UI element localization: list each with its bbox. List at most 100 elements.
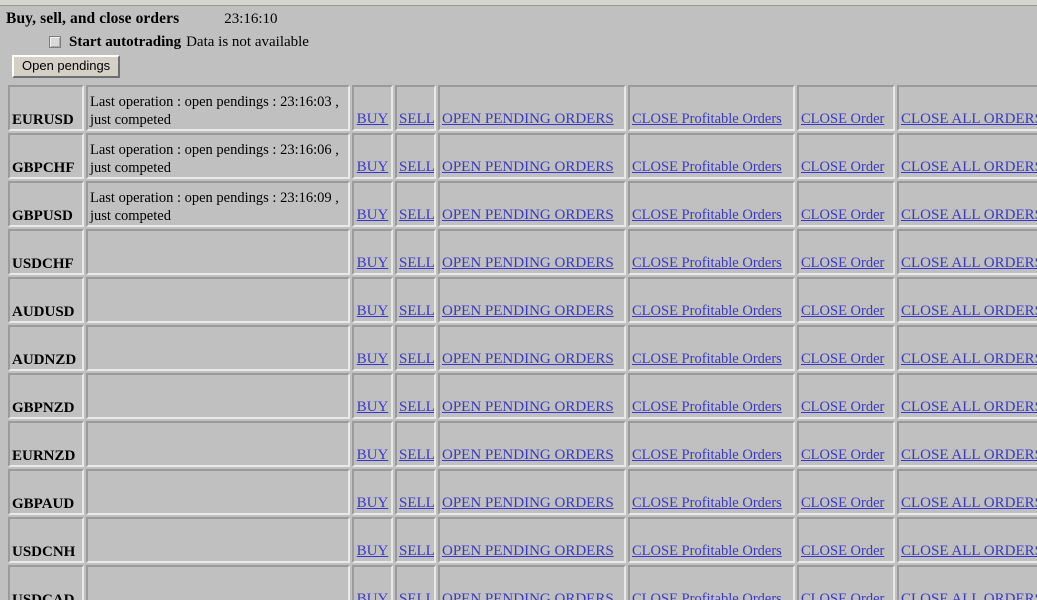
symbol-label: AUDNZD <box>12 352 77 369</box>
buy-cell: BUY <box>352 325 393 372</box>
buy-link[interactable]: BUY <box>357 303 389 321</box>
message-cell <box>86 517 350 564</box>
open-pending-cell: OPEN PENDING ORDERS <box>438 565 626 600</box>
close-profitable-cell: CLOSE Profitable Orders <box>628 229 795 276</box>
open-pending-orders-link[interactable]: OPEN PENDING ORDERS <box>442 495 614 513</box>
symbol-cell: AUDUSD <box>8 277 84 324</box>
sell-cell: SELL <box>395 421 436 468</box>
table-row: GBPNZD BUY SELL OPEN PENDING ORDERS CLOSE Pr… <box>8 373 1037 420</box>
close-order-link[interactable]: CLOSE Order <box>801 495 884 513</box>
close-all-orders-link[interactable]: CLOSE ALL ORDERS <box>901 399 1037 417</box>
buy-link[interactable]: BUY <box>357 591 389 600</box>
sell-link[interactable]: SELL <box>399 303 434 321</box>
sell-cell: SELL <box>395 133 436 180</box>
buy-link[interactable]: BUY <box>357 255 389 273</box>
message-cell <box>86 469 350 516</box>
open-pendings-button[interactable]: Open pendings <box>12 55 121 79</box>
close-order-cell: CLOSE Order <box>797 517 895 564</box>
sell-link[interactable]: SELL <box>399 159 434 177</box>
close-profitable-orders-link[interactable]: CLOSE Profitable Orders <box>632 111 782 129</box>
close-profitable-orders-link[interactable]: CLOSE Profitable Orders <box>632 399 782 417</box>
sell-link[interactable]: SELL <box>399 591 434 600</box>
close-order-link[interactable]: CLOSE Order <box>801 351 884 369</box>
sell-link[interactable]: SELL <box>399 111 434 129</box>
close-all-orders-link[interactable]: CLOSE ALL ORDERS <box>901 207 1037 225</box>
buy-link[interactable]: BUY <box>357 543 389 561</box>
close-profitable-orders-link[interactable]: CLOSE Profitable Orders <box>632 303 782 321</box>
sell-cell: SELL <box>395 517 436 564</box>
close-order-link[interactable]: CLOSE Order <box>801 591 884 600</box>
close-order-link[interactable]: CLOSE Order <box>801 111 884 129</box>
close-all-orders-link[interactable]: CLOSE ALL ORDERS <box>901 591 1037 600</box>
close-all-orders-link[interactable]: CLOSE ALL ORDERS <box>901 111 1037 129</box>
open-pending-orders-link[interactable]: OPEN PENDING ORDERS <box>442 159 614 177</box>
buy-link[interactable]: BUY <box>357 447 389 465</box>
close-order-link[interactable]: CLOSE Order <box>801 255 884 273</box>
close-profitable-orders-link[interactable]: CLOSE Profitable Orders <box>632 495 782 513</box>
message-cell <box>86 373 350 420</box>
close-profitable-orders-link[interactable]: CLOSE Profitable Orders <box>632 351 782 369</box>
orders-table-body: EURUSD Last operation : open pendings : 2… <box>8 85 1037 600</box>
table-row: USDCNH BUY SELL OPEN PENDING ORDERS CLOSE Pr… <box>8 517 1037 564</box>
close-all-orders-link[interactable]: CLOSE ALL ORDERS <box>901 447 1037 465</box>
close-order-link[interactable]: CLOSE Order <box>801 543 884 561</box>
close-profitable-orders-link[interactable]: CLOSE Profitable Orders <box>632 447 782 465</box>
open-pending-orders-link[interactable]: OPEN PENDING ORDERS <box>442 591 614 600</box>
open-pending-orders-link[interactable]: OPEN PENDING ORDERS <box>442 351 614 369</box>
close-profitable-orders-link[interactable]: CLOSE Profitable Orders <box>632 207 782 225</box>
close-order-cell: CLOSE Order <box>797 325 895 372</box>
open-pending-orders-link[interactable]: OPEN PENDING ORDERS <box>442 399 614 417</box>
close-all-orders-link[interactable]: CLOSE ALL ORDERS <box>901 495 1037 513</box>
close-order-link[interactable]: CLOSE Order <box>801 399 884 417</box>
message-cell: Last operation : open pendings : 23:16:0… <box>86 133 350 180</box>
close-profitable-orders-link[interactable]: CLOSE Profitable Orders <box>632 543 782 561</box>
symbol-label: GBPCHF <box>12 160 75 177</box>
close-all-cell: CLOSE ALL ORDERS <box>897 85 1037 132</box>
close-all-orders-link[interactable]: CLOSE ALL ORDERS <box>901 303 1037 321</box>
buy-link[interactable]: BUY <box>357 351 389 369</box>
close-all-orders-link[interactable]: CLOSE ALL ORDERS <box>901 255 1037 273</box>
symbol-label: GBPAUD <box>12 496 75 513</box>
close-all-orders-link[interactable]: CLOSE ALL ORDERS <box>901 159 1037 177</box>
open-pending-orders-link[interactable]: OPEN PENDING ORDERS <box>442 207 614 225</box>
open-pending-orders-link[interactable]: OPEN PENDING ORDERS <box>442 543 614 561</box>
buy-link[interactable]: BUY <box>357 159 389 177</box>
close-order-link[interactable]: CLOSE Order <box>801 447 884 465</box>
sell-link[interactable]: SELL <box>399 399 434 417</box>
sell-cell: SELL <box>395 565 436 600</box>
open-pending-orders-link[interactable]: OPEN PENDING ORDERS <box>442 447 614 465</box>
close-all-orders-link[interactable]: CLOSE ALL ORDERS <box>901 543 1037 561</box>
open-pending-orders-link[interactable]: OPEN PENDING ORDERS <box>442 255 614 273</box>
open-pending-orders-link[interactable]: OPEN PENDING ORDERS <box>442 303 614 321</box>
close-profitable-cell: CLOSE Profitable Orders <box>628 517 795 564</box>
title-row: Buy, sell, and close orders 23:16:10 <box>6 10 1037 30</box>
sell-link[interactable]: SELL <box>399 543 434 561</box>
close-profitable-orders-link[interactable]: CLOSE Profitable Orders <box>632 159 782 177</box>
symbol-label: GBPNZD <box>12 400 75 417</box>
sell-link[interactable]: SELL <box>399 351 434 369</box>
buy-cell: BUY <box>352 181 393 228</box>
open-pending-cell: OPEN PENDING ORDERS <box>438 277 626 324</box>
close-order-link[interactable]: CLOSE Order <box>801 159 884 177</box>
close-order-link[interactable]: CLOSE Order <box>801 207 884 225</box>
buy-link[interactable]: BUY <box>357 399 389 417</box>
buy-link[interactable]: BUY <box>357 111 389 129</box>
close-profitable-cell: CLOSE Profitable Orders <box>628 469 795 516</box>
close-profitable-orders-link[interactable]: CLOSE Profitable Orders <box>632 591 782 600</box>
buy-link[interactable]: BUY <box>357 207 389 225</box>
sell-link[interactable]: SELL <box>399 207 434 225</box>
sell-link[interactable]: SELL <box>399 495 434 513</box>
close-all-cell: CLOSE ALL ORDERS <box>897 133 1037 180</box>
sell-link[interactable]: SELL <box>399 255 434 273</box>
close-profitable-cell: CLOSE Profitable Orders <box>628 85 795 132</box>
close-all-orders-link[interactable]: CLOSE ALL ORDERS <box>901 351 1037 369</box>
close-profitable-orders-link[interactable]: CLOSE Profitable Orders <box>632 255 782 273</box>
message-cell <box>86 421 350 468</box>
start-autotrading-checkbox[interactable] <box>49 36 61 48</box>
open-pending-orders-link[interactable]: OPEN PENDING ORDERS <box>442 111 614 129</box>
buy-cell: BUY <box>352 469 393 516</box>
buy-link[interactable]: BUY <box>357 495 389 513</box>
close-order-cell: CLOSE Order <box>797 469 895 516</box>
sell-link[interactable]: SELL <box>399 447 434 465</box>
close-order-link[interactable]: CLOSE Order <box>801 303 884 321</box>
